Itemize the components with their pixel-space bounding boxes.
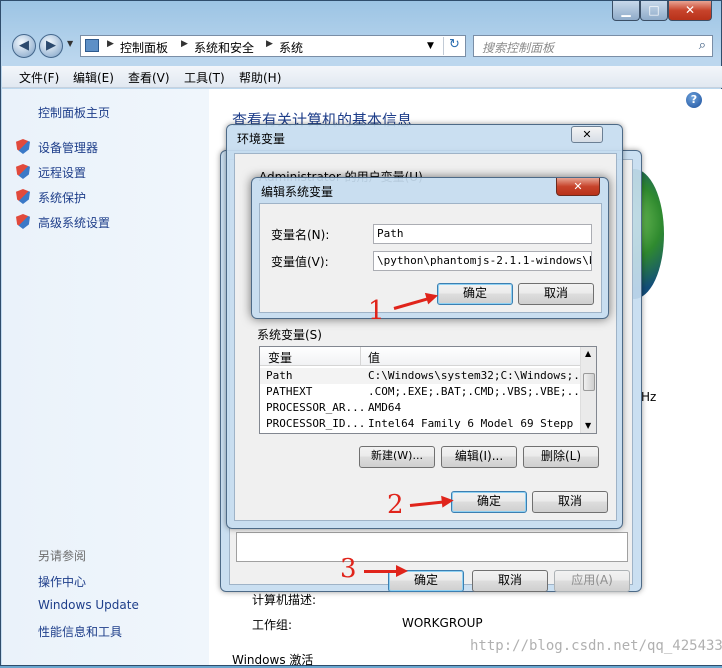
uac-shield-icon xyxy=(16,189,30,204)
control-panel-icon xyxy=(85,39,99,52)
table-row[interactable]: PATHEXT .COM;.EXE;.BAT;.CMD;.VBS;.VBE;..… xyxy=(260,384,593,400)
uac-shield-icon xyxy=(16,214,30,229)
device-manager-link[interactable]: 设备管理器 xyxy=(38,139,98,156)
workgroup-value: WORKGROUP xyxy=(402,616,483,630)
column-header-value[interactable]: 值 xyxy=(368,349,380,366)
variable-value-label: 变量值(V): xyxy=(271,255,329,269)
step-3-annotation: 3 xyxy=(340,554,357,584)
watermark-text: http://blog.csdn.net/qq_42543301 xyxy=(470,638,722,654)
windows-activation-heading: Windows 激活 xyxy=(232,653,314,667)
breadcrumb-system-security[interactable]: 系统和安全 xyxy=(194,39,254,56)
workgroup-label: 工作组: xyxy=(252,618,293,632)
table-row[interactable]: PROCESSOR_ID... Intel64 Family 6 Model 6… xyxy=(260,416,580,432)
table-row[interactable]: PROCESSOR_AR... AMD64 xyxy=(260,400,580,416)
system-variables-list[interactable]: 变量 值 Path C:\Windows\system32;C:\Windows… xyxy=(259,346,597,434)
env-close-button[interactable]: ✕ xyxy=(571,126,603,143)
minimize-button[interactable]: ▁ xyxy=(612,1,640,21)
sysprops-apply-button[interactable]: 应用(A) xyxy=(554,570,630,592)
system-properties-panel xyxy=(236,532,628,562)
menu-view[interactable]: 查看(V) xyxy=(128,69,170,86)
row-variable-value: AMD64 xyxy=(368,401,402,414)
breadcrumb-system[interactable]: 系统 xyxy=(279,39,303,56)
help-icon[interactable]: ? xyxy=(686,92,702,108)
list-scrollbar[interactable]: ▲ ▼ xyxy=(580,347,596,433)
column-divider xyxy=(360,347,361,366)
variable-name-label: 变量名(N): xyxy=(271,228,330,242)
system-protection-link[interactable]: 系统保护 xyxy=(38,189,86,206)
scroll-down-icon[interactable]: ▼ xyxy=(585,421,591,430)
variable-value-input[interactable]: \python\phantomjs-2.1.1-windows\bin xyxy=(373,251,592,271)
env-cancel-button[interactable]: 取消 xyxy=(532,491,608,513)
refresh-icon[interactable]: ↻ xyxy=(443,37,465,55)
breadcrumb-control-panel[interactable]: 控制面板 xyxy=(120,39,168,56)
sysprops-cancel-button[interactable]: 取消 xyxy=(472,570,548,592)
step-3-arrow-icon xyxy=(364,565,408,577)
processor-speed-fragment: Hz xyxy=(641,390,657,404)
computer-description-label: 计算机描述: xyxy=(252,593,317,607)
action-center-link[interactable]: 操作中心 xyxy=(38,573,86,590)
search-icon[interactable]: ⌕ xyxy=(699,38,706,53)
edit-cancel-button[interactable]: 取消 xyxy=(518,283,594,305)
back-arrow-icon[interactable]: ◀ xyxy=(12,34,36,58)
search-placeholder: 搜索控制面板 xyxy=(482,41,555,55)
performance-info-link[interactable]: 性能信息和工具 xyxy=(38,623,122,640)
breadcrumb-separator-icon: ▶ xyxy=(181,39,188,49)
system-variables-label: 系统变量(S) xyxy=(257,328,322,342)
row-variable-value: .COM;.EXE;.BAT;.CMD;.VBS;.VBE;.... xyxy=(368,385,594,398)
row-variable-name: PROCESSOR_AR... xyxy=(266,401,366,414)
menu-file[interactable]: 文件(F) xyxy=(19,69,59,86)
env-dialog-title: 环境变量 xyxy=(237,132,286,146)
remote-settings-link[interactable]: 远程设置 xyxy=(38,164,86,181)
control-panel-home-link[interactable]: 控制面板主页 xyxy=(38,104,110,121)
list-header: 变量 值 xyxy=(260,347,580,366)
scroll-up-icon[interactable]: ▲ xyxy=(585,349,591,358)
row-variable-value: Intel64 Family 6 Model 69 Stepp xyxy=(368,417,574,430)
step-2-annotation: 2 xyxy=(387,490,404,520)
menu-help[interactable]: 帮助(H) xyxy=(239,69,281,86)
uac-shield-icon xyxy=(16,139,30,154)
uac-shield-icon xyxy=(16,164,30,179)
edit-dialog-title: 编辑系统变量 xyxy=(261,185,334,199)
left-navigation-pane: 控制面板主页 设备管理器 远程设置 系统保护 高级系统设置 另请参阅 操作中心 … xyxy=(2,89,209,665)
menu-tools[interactable]: 工具(T) xyxy=(184,69,225,86)
edit-ok-button[interactable]: 确定 xyxy=(437,283,513,305)
menu-edit[interactable]: 编辑(E) xyxy=(73,69,114,86)
breadcrumb-separator-icon: ▶ xyxy=(266,39,273,49)
windows-update-link[interactable]: Windows Update xyxy=(38,598,139,612)
delete-variable-button[interactable]: 删除(L) xyxy=(523,446,599,468)
recent-pages-chevron-icon[interactable]: ▼ xyxy=(67,39,73,48)
address-dropdown-icon[interactable]: ▼ xyxy=(427,41,434,51)
table-row[interactable]: Path C:\Windows\system32;C:\Windows;... xyxy=(260,368,593,384)
forward-arrow-icon[interactable]: ▶ xyxy=(39,34,63,58)
menu-bar: 文件(F) 编辑(E) 查看(V) 工具(T) 帮助(H) xyxy=(2,66,722,88)
new-variable-button[interactable]: 新建(W)... xyxy=(359,446,435,468)
maximize-button[interactable]: □ xyxy=(640,1,668,21)
advanced-system-settings-link[interactable]: 高级系统设置 xyxy=(38,214,110,231)
env-ok-button[interactable]: 确定 xyxy=(451,491,527,513)
row-variable-name: PATHEXT xyxy=(266,385,313,398)
scrollbar-thumb[interactable] xyxy=(583,373,595,391)
edit-close-button[interactable]: ✕ xyxy=(556,178,600,196)
row-variable-name: Path xyxy=(266,369,293,382)
column-header-variable[interactable]: 变量 xyxy=(268,349,292,366)
row-variable-value: C:\Windows\system32;C:\Windows;... xyxy=(368,369,594,382)
edit-variable-button[interactable]: 编辑(I)... xyxy=(441,446,517,468)
variable-name-input[interactable]: Path xyxy=(373,224,592,244)
search-input[interactable]: 搜索控制面板 ⌕ xyxy=(473,35,713,57)
breadcrumb-separator-icon: ▶ xyxy=(107,39,114,49)
close-window-button[interactable]: ✕ xyxy=(668,1,712,21)
address-bar[interactable]: ▶ 控制面板 ▶ 系统和安全 ▶ 系统 ▼ ↻ xyxy=(80,35,466,57)
step-1-annotation: 1 xyxy=(368,296,385,326)
see-also-heading: 另请参阅 xyxy=(38,549,87,563)
row-variable-name: PROCESSOR_ID... xyxy=(266,417,366,430)
